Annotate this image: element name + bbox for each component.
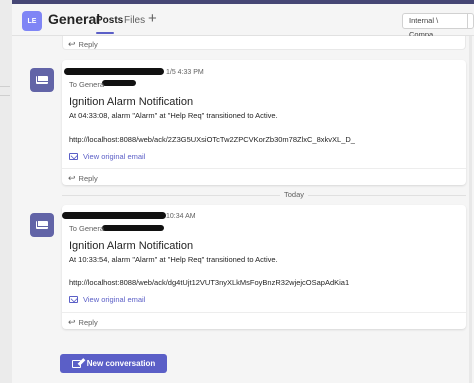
message-title: Ignition Alarm Notification (69, 96, 194, 108)
left-rail (0, 0, 12, 383)
redacted-sender (62, 212, 166, 219)
message-card: 10:34 AM To Genera Ignition Alarm Notifi… (62, 205, 466, 329)
recipient-line: To Genera (69, 224, 105, 233)
new-conversation-button[interactable]: New conversation (60, 354, 167, 373)
active-tab-indicator (96, 32, 114, 34)
mail-icon (69, 153, 78, 160)
scrollbar[interactable] (469, 36, 472, 383)
view-original-email-link[interactable]: View original email (69, 152, 145, 161)
redacted-recipient (102, 80, 136, 86)
team-avatar[interactable]: LE (22, 11, 42, 31)
reply-button[interactable]: ↩ Reply (68, 171, 98, 185)
bot-avatar[interactable] (30, 68, 54, 92)
reply-icon: ↩ (68, 172, 76, 183)
reply-button[interactable]: ↩ Reply (68, 37, 98, 51)
recipient-line: To Genera (69, 80, 105, 89)
new-conversation-label: New conversation (86, 359, 156, 368)
message-body: At 10:33:54, alarm "Alarm" at "Help Req"… (69, 255, 278, 264)
bot-avatar[interactable] (30, 213, 54, 237)
reply-label: Reply (78, 39, 98, 49)
channel-header: LE General Posts Files + Internal \ Comp… (12, 4, 474, 39)
mail-icon (69, 296, 78, 303)
redacted-sender (64, 68, 164, 75)
redacted-recipient (102, 225, 164, 231)
message-body: At 04:33:08, alarm "Alarm" at "Help Req"… (69, 111, 278, 120)
view-email-label: View original email (83, 295, 146, 304)
compose-icon (71, 359, 81, 368)
envelope-icon (36, 221, 48, 229)
message-timestamp: 1/5 4:33 PM (166, 69, 204, 76)
card-divider (62, 312, 466, 313)
header-divider (467, 14, 468, 28)
tab-files[interactable]: Files (124, 15, 145, 26)
channel-title: General (48, 11, 101, 27)
ack-link[interactable]: http://localhost:8088/web/ack/2Z3G5UXsiO… (69, 135, 355, 144)
sensitivity-label[interactable]: Internal \ Compa... (402, 13, 474, 39)
ack-link[interactable]: http://localhost:8088/web/ack/dg4tUjt12V… (69, 278, 349, 287)
reply-label: Reply (78, 317, 98, 327)
reply-icon: ↩ (68, 316, 76, 327)
day-separator-label: Today (280, 190, 309, 199)
message-timestamp: 10:34 AM (166, 213, 196, 220)
message-card: 1/5 4:33 PM To Genera Ignition Alarm Not… (62, 60, 466, 185)
card-divider (62, 168, 466, 169)
reply-button[interactable]: ↩ Reply (68, 315, 98, 329)
view-original-email-link[interactable]: View original email (69, 295, 145, 304)
reply-label: Reply (78, 173, 98, 183)
rail-marker (0, 86, 10, 96)
view-email-label: View original email (83, 152, 146, 161)
envelope-icon (36, 76, 48, 84)
add-tab-icon[interactable]: + (148, 10, 157, 27)
tab-posts[interactable]: Posts (96, 15, 123, 26)
previous-message-card (62, 36, 466, 50)
day-separator-line (62, 195, 466, 196)
message-title: Ignition Alarm Notification (69, 240, 194, 252)
reply-icon: ↩ (68, 38, 76, 49)
